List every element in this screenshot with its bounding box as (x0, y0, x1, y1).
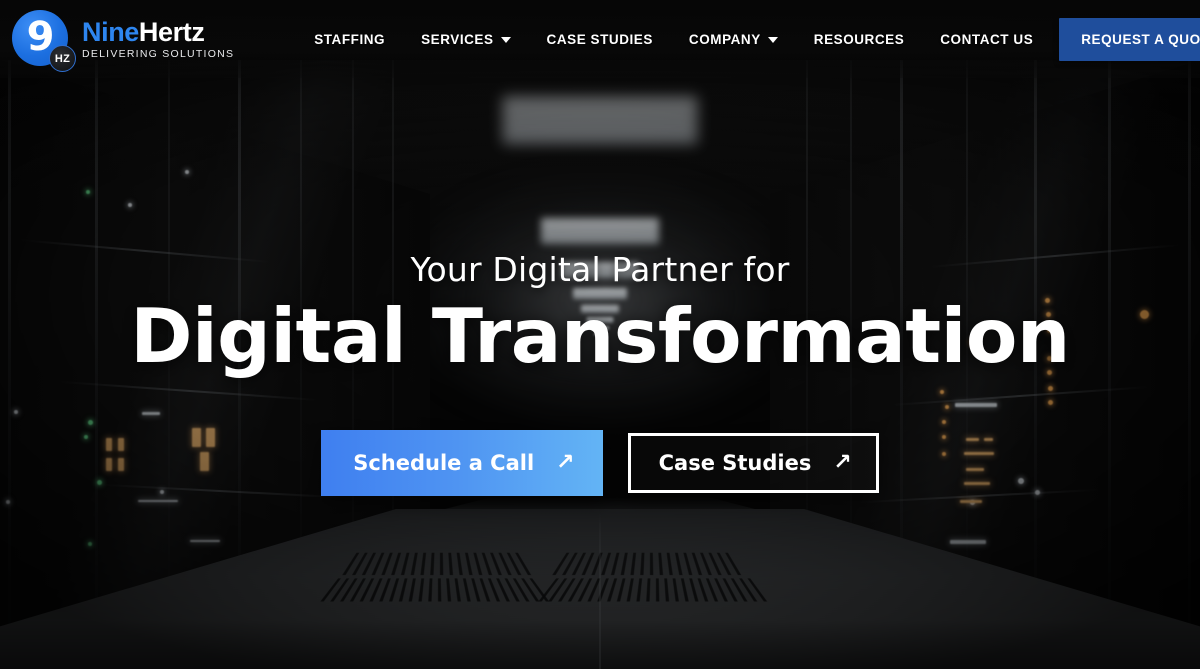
case-studies-button[interactable]: Case Studies ↗ (627, 432, 879, 493)
nav-label: STAFFING (314, 31, 386, 47)
schedule-a-call-button[interactable]: Schedule a Call ↗ (321, 429, 603, 496)
logo-wordmark: NineHertz DELIVERING SOLUTIONS (82, 16, 235, 60)
logo-mark: 9 HZ (12, 8, 76, 72)
site-logo[interactable]: 9 HZ NineHertz DELIVERING SOLUTIONS (0, 8, 235, 72)
case-studies-label: Case Studies (658, 450, 812, 475)
schedule-a-call-label: Schedule a Call (353, 450, 535, 475)
arrow-up-right-icon: ↗ (833, 449, 852, 475)
logo-word-nine: Nine (82, 16, 139, 47)
site-header: 9 HZ NineHertz DELIVERING SOLUTIONS STAF… (0, 0, 1200, 78)
arrow-up-right-icon: ↗ (556, 449, 575, 475)
hero-title: Digital Transformation (130, 292, 1070, 380)
nav-item-company[interactable]: COMPANY (671, 24, 796, 55)
nav-label: SERVICES (421, 31, 494, 47)
logo-hz-badge: HZ (49, 45, 76, 72)
chevron-down-icon (767, 37, 778, 43)
nav-item-staffing[interactable]: STAFFING (296, 24, 403, 55)
logo-word-hertz: Hertz (138, 16, 205, 47)
nav-label: CONTACT US (940, 31, 1034, 47)
hero-section: Your Digital Partner for Digital Transfo… (0, 250, 1200, 496)
hero-cta-row: Schedule a Call ↗ Case Studies ↗ (321, 429, 879, 496)
landing-page: 9 HZ NineHertz DELIVERING SOLUTIONS STAF… (0, 0, 1200, 669)
logo-hz-text: HZ (54, 52, 71, 65)
logo-number: 9 (26, 14, 55, 60)
main-navigation: STAFFING SERVICES CASE STUDIES COMPANY R… (296, 24, 1051, 55)
nav-label: CASE STUDIES (546, 31, 653, 47)
logo-tagline: DELIVERING SOLUTIONS (82, 47, 235, 60)
nav-item-case-studies[interactable]: CASE STUDIES (529, 24, 671, 55)
hero-subtitle: Your Digital Partner for (410, 250, 790, 289)
nav-item-services[interactable]: SERVICES (403, 24, 528, 55)
nav-item-contact-us[interactable]: CONTACT US (922, 24, 1051, 55)
nav-item-resources[interactable]: RESOURCES (796, 24, 922, 55)
request-a-quote-button[interactable]: REQUEST A QUOTE (1059, 17, 1200, 61)
nav-label: COMPANY (688, 31, 761, 47)
nav-label: RESOURCES (813, 31, 905, 47)
chevron-down-icon (500, 37, 511, 43)
